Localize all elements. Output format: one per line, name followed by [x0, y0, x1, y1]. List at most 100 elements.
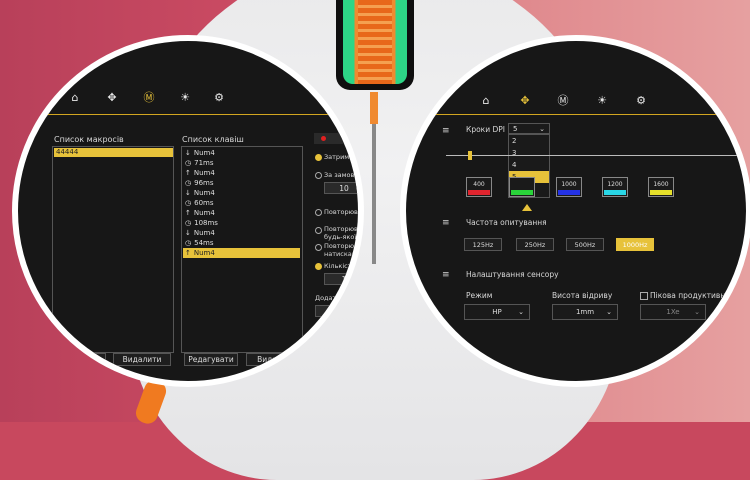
key-list-item[interactable]: ◷ 71ms	[183, 158, 300, 168]
dpi-level-color	[650, 190, 672, 195]
macro-list[interactable]	[52, 146, 174, 353]
delete-key-button[interactable]: Видалит	[246, 353, 302, 366]
settings-magnifier: ⌂ ✥ Ⓜ ☀ ⚙ ≡ Кроки DPI 5 ⌄ 23456 40010001…	[400, 35, 750, 387]
dpi-steps-select[interactable]: 5 ⌄	[508, 123, 550, 134]
lift-off-select[interactable]: 1mm ⌄	[552, 304, 618, 320]
key-action-label: 96ms	[194, 179, 214, 187]
dpi-level-color	[604, 190, 626, 195]
key-list-item[interactable]: ◷ 54ms	[183, 238, 300, 248]
dpi-level-chip[interactable]	[509, 177, 535, 197]
key-action-label: 54ms	[194, 239, 214, 247]
dpi-level-color	[468, 190, 490, 195]
mode-select[interactable]: HP ⌄	[464, 304, 530, 320]
repeat-radio[interactable]	[315, 209, 322, 216]
macro-list-label: Список макросів	[54, 135, 124, 144]
delay-radio[interactable]	[315, 154, 322, 161]
macro-left-button[interactable]	[48, 353, 106, 366]
dpi-level-chip[interactable]: 1200	[602, 177, 628, 197]
dpad-icon[interactable]: ✥	[518, 94, 532, 108]
tab-divider	[38, 114, 358, 115]
dpi-level-chip[interactable]: 1000	[556, 177, 582, 197]
dpi-level-color	[558, 190, 580, 195]
edit-button[interactable]: Редагувати	[184, 353, 238, 366]
count-radio[interactable]	[315, 263, 322, 270]
tab-divider	[434, 114, 746, 115]
dpi-active-marker	[522, 204, 532, 211]
key-list-item[interactable]: ↑ Num4	[183, 248, 300, 258]
peak-performance-label: Пікова продуктивніст	[650, 291, 736, 300]
default-delay-input[interactable]: 10	[324, 182, 358, 194]
dpi-level-value: 1000	[561, 181, 577, 188]
key-list-item[interactable]: ↑ Num4	[183, 208, 300, 218]
polling-rate-button[interactable]: 250Hz	[516, 238, 554, 251]
lift-off-value: 1mm	[575, 308, 595, 316]
dpi-slider-handle[interactable]	[468, 151, 472, 160]
dpi-level-value: 1200	[607, 181, 623, 188]
menu-icon: ≡	[442, 218, 450, 228]
key-list-item[interactable]: ↑ Num4	[183, 168, 300, 178]
polling-rate-button[interactable]: 1000Hz	[616, 238, 654, 251]
light-icon[interactable]: ☀	[178, 91, 192, 105]
add-field[interactable]	[315, 305, 355, 317]
default-radio[interactable]	[315, 172, 322, 179]
dpi-steps-option[interactable]: 2	[509, 135, 549, 147]
light-icon[interactable]: ☀	[595, 94, 609, 108]
key-list-item[interactable]: ↓ Num4	[183, 148, 300, 158]
dpi-steps-label: Кроки DPI	[466, 125, 505, 134]
home-icon[interactable]: ⌂	[479, 94, 493, 108]
dpi-steps-value: 5	[513, 125, 518, 133]
record-button[interactable]	[314, 133, 358, 144]
macro-m-icon[interactable]: Ⓜ	[556, 94, 570, 108]
key-list-item[interactable]: ↓ Num4	[183, 188, 300, 198]
menu-icon: ≡	[442, 126, 450, 136]
gear-icon[interactable]: ⚙	[634, 94, 648, 108]
key-action-icon: ◷	[185, 239, 192, 247]
peak-performance-select[interactable]: 1Xe ⌄	[640, 304, 706, 320]
delete-macro-button[interactable]: Видалити	[113, 353, 171, 366]
key-action-label: 60ms	[194, 199, 214, 207]
key-action-label: Num4	[193, 169, 215, 177]
repeat-option-label: Повторювати	[324, 208, 362, 216]
mouse-led-strip	[370, 92, 378, 124]
repeat-any-label-2: будь-якої	[324, 233, 357, 241]
key-action-icon: ↑	[185, 209, 191, 217]
dpad-icon[interactable]: ✥	[105, 91, 119, 105]
chevron-down-icon: ⌄	[518, 308, 524, 316]
key-list-item[interactable]: ◷ 108ms	[183, 218, 300, 228]
polling-rate-button[interactable]: 125Hz	[464, 238, 502, 251]
polling-rate-button[interactable]: 500Hz	[566, 238, 604, 251]
key-action-label: Num4	[193, 249, 215, 257]
key-action-label: 108ms	[194, 219, 218, 227]
key-action-icon: ◷	[185, 159, 192, 167]
repeat-press-radio[interactable]	[315, 244, 322, 251]
key-action-icon: ↓	[185, 189, 191, 197]
key-list-item[interactable]: ◷ 60ms	[183, 198, 300, 208]
dpi-level-value: 400	[473, 181, 485, 188]
key-list-item[interactable]: ◷ 96ms	[183, 178, 300, 188]
peak-performance-checkbox[interactable]	[640, 292, 648, 300]
dpi-slider-track[interactable]	[446, 155, 746, 156]
repeat-any-radio[interactable]	[315, 227, 322, 234]
key-action-icon: ◷	[185, 199, 192, 207]
macro-list-item[interactable]: 44444	[54, 148, 173, 157]
record-icon	[321, 136, 326, 141]
key-action-icon: ↓	[185, 229, 191, 237]
repeat-press-label-1: Повторювати	[324, 242, 362, 250]
key-action-icon: ◷	[185, 219, 192, 227]
home-icon[interactable]: ⌂	[68, 91, 82, 105]
chevron-down-icon: ⌄	[606, 308, 612, 316]
mouse-seam	[372, 124, 376, 264]
dpi-steps-option[interactable]: 3	[509, 147, 549, 159]
dpi-level-chip[interactable]: 400	[466, 177, 492, 197]
macro-m-icon[interactable]: Ⓜ	[142, 91, 156, 105]
dpi-level-color	[511, 190, 533, 195]
dpi-level-value: 1600	[653, 181, 669, 188]
sensor-settings-label: Налаштування сенсору	[466, 270, 559, 279]
count-option-label: Кількість п	[324, 262, 362, 270]
dpi-steps-option[interactable]: 4	[509, 159, 549, 171]
dpi-level-chip[interactable]: 1600	[648, 177, 674, 197]
repeat-any-label-1: Повторювати	[324, 225, 362, 233]
lift-off-label: Висота відриву	[552, 291, 613, 300]
gear-icon[interactable]: ⚙	[212, 91, 226, 105]
key-list-item[interactable]: ↓ Num4	[183, 228, 300, 238]
